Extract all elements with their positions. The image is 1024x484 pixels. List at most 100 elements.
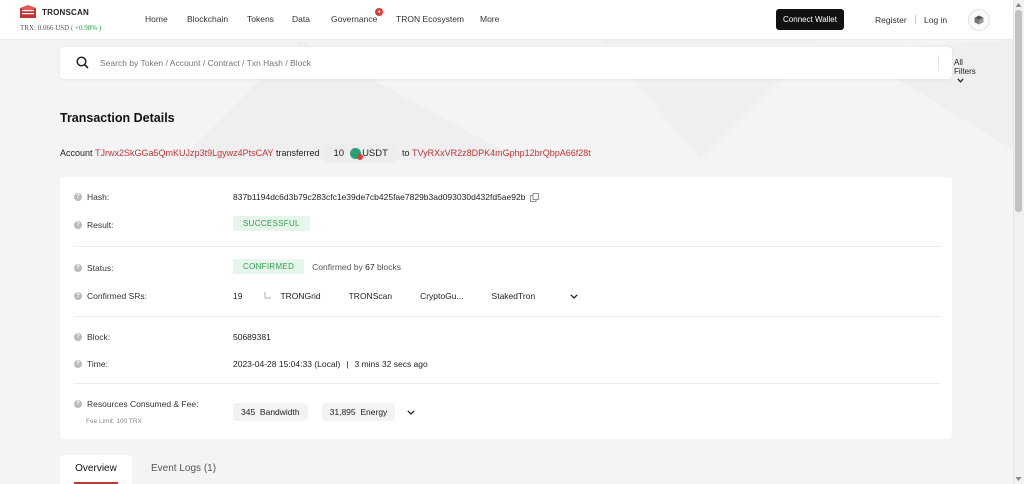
energy-value: 31,895: [329, 407, 356, 417]
chevron-down-icon: [957, 78, 964, 83]
login-link[interactable]: Log in: [924, 15, 947, 25]
help-icon[interactable]: ?: [74, 400, 82, 408]
resources-label: Resources Consumed & Fee:: [87, 399, 199, 409]
nav-home[interactable]: Home: [145, 14, 168, 24]
section-divider: [74, 246, 940, 247]
status-row-value: CONFIRMED Confirmed by 67 blocks: [233, 259, 401, 274]
time-separator: |: [346, 359, 349, 369]
search-bar: All Filters: [60, 47, 976, 83]
all-filters-dropdown[interactable]: All Filters: [954, 58, 976, 85]
time-label: Time:: [87, 359, 108, 369]
sr-item-cryptoguyinza[interactable]: CryptoGu...: [420, 291, 463, 301]
nav-governance[interactable]: Governance ●: [331, 8, 384, 24]
register-link[interactable]: Register: [875, 15, 907, 25]
tronscan-logo-icon: [20, 5, 36, 18]
tronscan-logo[interactable]: TRONSCAN: [20, 5, 89, 19]
amount-chip: 10 USDT: [325, 143, 396, 163]
bandwidth-value: 345: [241, 407, 256, 417]
help-icon[interactable]: ?: [74, 360, 82, 368]
connect-wallet-button[interactable]: Connect Wallet: [776, 9, 844, 30]
result-label: Result:: [87, 220, 114, 230]
result-row-value: SUCCESSFUL: [233, 216, 310, 231]
section-divider: [74, 316, 940, 317]
scroll-up-arrow-icon[interactable]: [1015, 2, 1022, 8]
hash-row-value: 837b1194dc6d3b79c283cfc1e39de7cb425fae78…: [233, 192, 540, 202]
help-icon[interactable]: ?: [74, 292, 82, 300]
block-label: Block:: [87, 332, 111, 342]
confirmed-blocks-count: 67: [365, 261, 375, 272]
tree-branch-icon: [265, 292, 272, 299]
confirmed-by-text: Confirmed by 67 blocks: [312, 262, 401, 272]
all-filters-label: All Filters: [954, 58, 976, 76]
energy-chip: 31,895 Energy: [321, 403, 396, 421]
confirmed-by-prefix: Confirmed by: [312, 261, 363, 272]
sr-item-trongrid[interactable]: TRONGrid: [280, 291, 320, 301]
confirmed-srs-row-value: 19 TRONGrid TRONScan CryptoGu... StakedT…: [233, 291, 578, 301]
block-row-value: 50689381: [233, 332, 271, 342]
nav-more[interactable]: More: [480, 14, 499, 24]
help-icon[interactable]: ?: [74, 221, 82, 229]
hash-label: Hash:: [87, 192, 110, 202]
confirmed-srs-label-row: ? Confirmed SRs:: [74, 291, 147, 301]
notification-dot-icon: ●: [375, 8, 384, 16]
transaction-details-card: ? Hash: 837b1194dc6d3b79c283cfc1e39de7cb…: [60, 177, 952, 439]
resources-label-row: ? Resources Consumed & Fee:: [74, 399, 199, 409]
confirmed-srs-label: Confirmed SRs:: [87, 291, 147, 301]
brand-name: TRONSCAN: [42, 7, 89, 17]
result-label-row: ? Result:: [74, 220, 113, 230]
header-divider: [915, 15, 916, 24]
hash-value: 837b1194dc6d3b79c283cfc1e39de7cb425fae78…: [233, 192, 526, 202]
resources-row-value: 345 Bandwidth 31,895 Energy: [233, 403, 415, 421]
search-divider: [938, 55, 939, 71]
copy-icon[interactable]: [530, 192, 540, 202]
status-label: Status:: [87, 263, 114, 273]
tab-event-logs[interactable]: Event Logs (1): [151, 463, 216, 474]
trx-price-change: ( +0.98% ): [70, 24, 102, 32]
block-label-row: ? Block:: [74, 332, 110, 342]
token-symbol-link[interactable]: USDT: [362, 148, 388, 159]
nav-governance-label: Governance: [331, 14, 378, 24]
trx-price-value: TRX: 0.066 USD: [20, 24, 70, 32]
time-label-row: ? Time:: [74, 359, 108, 369]
tab-overview[interactable]: Overview: [60, 455, 132, 484]
chevron-down-icon[interactable]: [570, 293, 578, 299]
to-address-link[interactable]: TVyRXxVR2z8DPK4mGphp12brQbpA66f28t: [412, 148, 591, 158]
scrollbar-thumb[interactable]: [1015, 10, 1022, 212]
confirmed-by-suffix: blocks: [376, 261, 402, 272]
search-icon[interactable]: [76, 56, 89, 69]
top-navigation-bar: TRONSCAN TRX: 0.066 USD ( +0.98% ) Home …: [0, 0, 1013, 40]
trx-price: TRX: 0.066 USD ( +0.98% ): [20, 24, 101, 32]
block-number-link[interactable]: 50689381: [233, 332, 271, 342]
help-icon[interactable]: ?: [74, 193, 82, 201]
bandwidth-chip: 345 Bandwidth: [233, 403, 308, 421]
from-address-link[interactable]: TJrwx2SkGGa5QmKUJzp3t9Lgywz4PtsCAY: [95, 148, 273, 158]
transfer-to-word: to: [401, 148, 410, 158]
usdt-token-icon: [350, 147, 364, 160]
time-value: 2023-04-28 15:04:33 (Local): [233, 359, 341, 369]
help-icon[interactable]: ?: [74, 264, 82, 272]
cube-icon[interactable]: [968, 9, 990, 31]
result-badge: SUCCESSFUL: [233, 216, 310, 231]
help-icon[interactable]: ?: [74, 333, 82, 341]
hash-label-row: ? Hash:: [74, 192, 109, 202]
amount-value: 10: [333, 147, 345, 159]
energy-label: Energy: [360, 407, 388, 417]
time-ago: 3 mins 32 secs ago: [354, 359, 428, 369]
transfer-verb: transferred: [275, 148, 320, 158]
page-title: Transaction Details: [60, 111, 175, 125]
nav-data[interactable]: Data: [292, 14, 310, 24]
chevron-down-icon[interactable]: [407, 409, 415, 415]
sr-item-tronscan[interactable]: TRONScan: [349, 291, 392, 301]
transfer-summary: Account TJrwx2SkGGa5QmKUJzp3t9Lgywz4PtsC…: [60, 143, 591, 163]
scroll-down-arrow-icon[interactable]: [1015, 476, 1022, 482]
sr-item-stakedtron[interactable]: StakedTron: [492, 291, 536, 301]
nav-blockchain[interactable]: Blockchain: [187, 14, 228, 24]
bandwidth-label: Bandwidth: [259, 407, 300, 417]
fee-limit-text: Fee Limit: 100 TRX: [86, 418, 142, 425]
detail-tabs: Overview Event Logs (1): [60, 455, 952, 484]
section-divider: [74, 383, 940, 384]
nav-tokens[interactable]: Tokens: [247, 14, 274, 24]
srs-count: 19: [233, 291, 243, 301]
search-input[interactable]: [100, 53, 800, 73]
nav-tron-ecosystem[interactable]: TRON Ecosystem: [396, 14, 464, 24]
